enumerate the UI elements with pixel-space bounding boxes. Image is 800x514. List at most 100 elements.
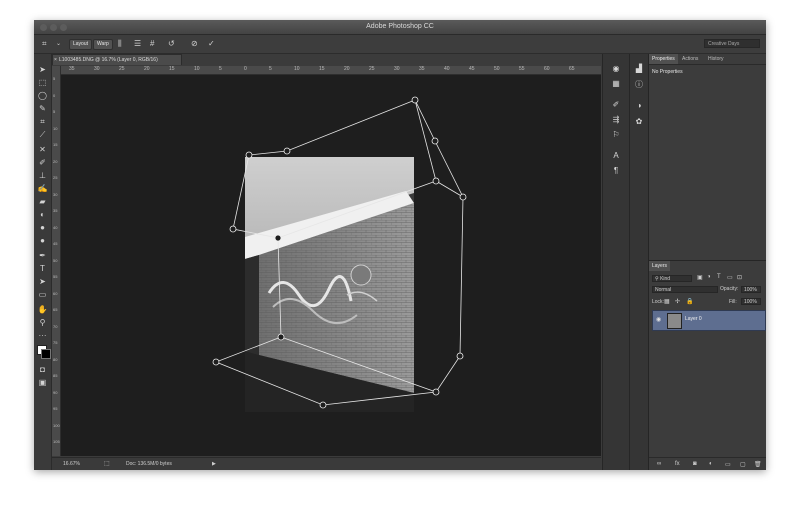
3d-icon[interactable]: ◉ [610,63,622,75]
document-title: L1003485.DNG @ 16.7% (Layer 0, RGB/16) [59,57,158,63]
character-icon[interactable]: A [610,150,622,162]
quick-select-icon[interactable]: ✎ [37,103,48,114]
histogram-icon[interactable]: ▟ [633,63,645,75]
status-menu-icon[interactable]: ▶ [212,458,216,470]
eraser-icon[interactable]: ▰ [37,196,48,207]
paragraph-icon[interactable]: ¶ [610,165,622,177]
warp-button[interactable]: Warp [93,39,113,50]
gradient-icon[interactable]: ◐ [37,209,48,220]
clone-source-icon[interactable]: ⚐ [610,129,622,141]
blur-icon[interactable]: ● [37,222,48,233]
screen-mode-icon[interactable]: ▣ [37,377,48,388]
ruler-tick: 50 [494,66,500,72]
chevron-down-icon[interactable]: ⌄ [56,38,61,50]
visibility-eye-icon[interactable]: ◉ [656,316,661,323]
zoom-icon[interactable]: ⚲ [37,317,48,328]
ruler-tick: 0 [53,92,56,98]
ruler-tick: 95 [53,406,58,411]
filter-shape-icon[interactable]: ▭ [727,274,733,281]
commit-transform-icon[interactable]: ✓ [208,38,215,50]
document-canvas[interactable] [61,75,601,456]
adjustments-icon[interactable]: ◑ [633,100,645,112]
split-vertical-icon[interactable]: ⫼ [118,38,122,50]
split-cross-icon[interactable]: # [150,38,154,50]
filter-pixel-icon[interactable]: ▣ [697,274,703,281]
workspace-switcher[interactable]: Creative Days [704,39,760,48]
tab-layers[interactable]: Layers [649,261,671,271]
share-icon[interactable]: ⬚ [104,458,110,470]
dodge-icon[interactable]: ● [37,235,48,246]
layer-name[interactable]: Layer 0 [685,316,702,322]
ruler-tick: 30 [394,66,400,72]
layer-row[interactable]: ◉ Layer 0 [652,310,766,331]
brush-icon[interactable]: ✐ [37,157,48,168]
brush-presets-icon[interactable]: ✐ [610,99,622,111]
grid-icon[interactable]: ▦ [610,78,622,90]
pen-icon[interactable]: ✒ [37,250,48,261]
cancel-transform-icon[interactable]: ⊘ [191,38,198,50]
new-layer-icon[interactable]: ▢ [740,461,746,468]
ruler-tick: 50 [53,257,58,263]
history-brush-icon[interactable]: ✍ [37,183,48,194]
opacity-field[interactable]: 100% [741,286,761,293]
ruler-tick: 105 [53,439,60,444]
marquee-icon[interactable]: ⬚ [37,77,48,88]
styles-icon[interactable]: ✿ [633,116,645,128]
adjustment-layer-icon[interactable]: ◐ [709,461,713,467]
adjust-icon[interactable]: ⇶ [610,114,622,126]
rotate-icon[interactable]: ↺ [168,38,175,50]
lock-all-icon[interactable]: 🔒 [686,298,693,305]
filter-adjust-icon[interactable]: ◑ [707,274,711,280]
link-layers-icon[interactable]: ∞ [657,461,661,467]
new-group-icon[interactable]: ▭ [725,461,731,468]
tab-properties[interactable]: Properties [649,54,678,64]
ruler-tick: 20 [144,66,150,72]
properties-empty-message: No Properties [652,69,683,75]
ruler-left: 5 0 5 10 15 20 25 30 35 40 45 50 55 60 65 70 75 80 85 90 95 1… [52,66,61,456]
ruler-tick: 45 [469,66,475,72]
close-tab-icon[interactable]: × [54,55,57,66]
add-mask-icon[interactable]: ◙ [693,461,697,467]
photoshop-window: Adobe Photoshop CC ⌗ ⌄ Layout Warp ⫼ ☰ #… [34,20,766,470]
type-icon[interactable]: T [37,263,48,274]
lock-pixels-icon[interactable]: ▦ [664,298,670,305]
layout-button[interactable]: Layout [69,39,93,50]
lock-position-icon[interactable]: ✢ [675,298,680,305]
move-icon[interactable]: ➤ [37,64,48,75]
rectangle-icon[interactable]: ▭ [37,289,48,300]
right-panels: Properties Actions History No Properties… [648,54,766,470]
background-color-swatch[interactable] [41,349,51,359]
filter-smart-icon[interactable]: ⊡ [737,274,742,281]
ruler-top: 35 30 25 20 15 10 5 0 5 10 15 20 25 30 35 40 45 50 55 60 65 [61,66,601,75]
more-tools-icon[interactable]: ··· [37,330,48,341]
warp-tool-icon[interactable]: ⌗ [42,38,47,50]
blend-mode-select[interactable]: Normal [652,286,718,293]
opacity-label: Opacity: [720,286,739,292]
split-horizontal-icon[interactable]: ☰ [134,38,141,50]
layer-style-icon[interactable]: fx [675,461,680,467]
ruler-tick: 65 [569,66,575,72]
delete-layer-icon[interactable]: 🗑 [754,461,762,468]
layer-filter-kind[interactable]: ⚲ Kind [652,275,692,282]
layer-thumbnail [667,313,682,329]
info-icon[interactable]: ⓘ [633,79,645,91]
eyedropper-icon[interactable]: ⟋ [37,129,48,140]
zoom-level[interactable]: 16.67% [63,458,80,470]
hand-icon[interactable]: ✋ [37,304,48,315]
path-select-icon[interactable]: ➤ [37,276,48,287]
stamp-icon[interactable]: ⊥ [37,170,48,181]
app-title: Adobe Photoshop CC [366,23,434,30]
filter-type-icon[interactable]: T [717,274,721,280]
fill-field[interactable]: 100% [741,298,761,305]
document-tab[interactable]: × L1003485.DNG @ 16.7% (Layer 0, RGB/16) [52,54,182,65]
collapsed-panels-strip: ◉ ▦ ✐ ⇶ ⚐ A ¶ [602,54,629,470]
lasso-icon[interactable]: ◯ [37,90,48,101]
ruler-tick: 10 [294,66,300,72]
layers-footer: ∞ fx ◙ ◐ ▭ ▢ 🗑 [649,457,766,470]
tab-actions[interactable]: Actions [679,54,701,64]
ruler-tick: 100 [53,422,60,428]
tab-history[interactable]: History [705,54,727,64]
crop-icon[interactable]: ⌗ [37,116,48,127]
quick-mask-icon[interactable]: ◘ [37,364,48,375]
healing-icon[interactable]: ✕ [37,144,48,155]
